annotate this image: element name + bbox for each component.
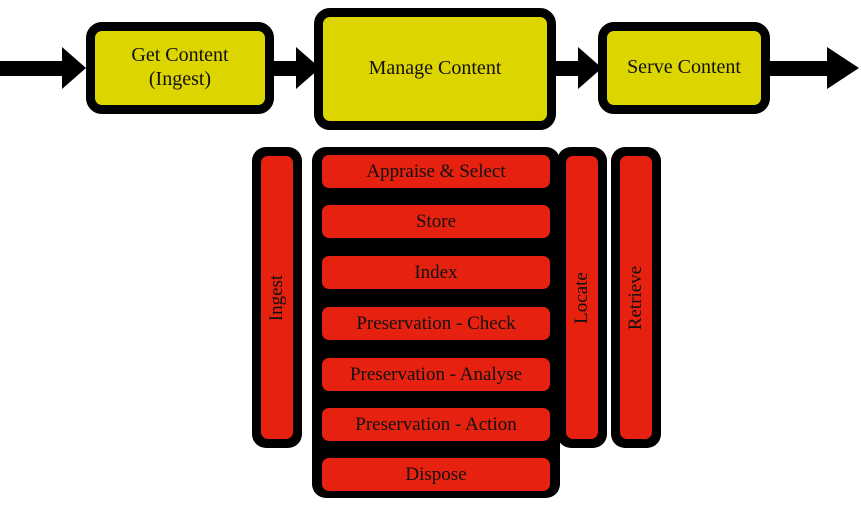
arrow-out <box>764 40 861 96</box>
detail-bar-retrieve[interactable]: Retrieve <box>620 156 652 439</box>
detail-bar-ingest[interactable]: Ingest <box>261 156 293 439</box>
detail-bar-index-label: Index <box>414 261 458 283</box>
detail-bar-preservation-check[interactable]: Preservation - Check <box>322 307 550 340</box>
arrow-manage-to-serve-shaft <box>552 61 580 76</box>
detail-bar-preservation-check-label: Preservation - Check <box>356 312 516 334</box>
arrow-get-to-manage <box>272 47 320 89</box>
arrow-manage-to-serve <box>552 47 602 89</box>
flow-box-get-content[interactable]: Get Content (Ingest) <box>86 22 274 114</box>
detail-bar-store-label: Store <box>415 210 457 232</box>
arrow-in-shaft <box>0 61 63 76</box>
detail-bar-appraise-select[interactable]: Appraise & Select <box>322 155 550 188</box>
flow-box-get-content-label: Get Content (Ingest) <box>131 44 229 90</box>
detail-bar-preservation-analyse-label: Preservation - Analyse <box>349 363 522 385</box>
arrow-get-to-manage-shaft <box>272 61 298 76</box>
detail-bar-dispose-label: Dispose <box>405 463 467 485</box>
arrow-out-head <box>827 47 859 89</box>
detail-bar-retrieve-label: Retrieve <box>625 265 647 330</box>
diagram-canvas: Get Content (Ingest) Manage Content Serv… <box>0 0 861 507</box>
detail-bar-appraise-select-label: Appraise & Select <box>366 160 506 182</box>
detail-bar-store[interactable]: Store <box>322 205 550 238</box>
detail-bar-ingest-label: Ingest <box>266 274 287 321</box>
detail-bar-locate[interactable]: Locate <box>566 156 598 439</box>
flow-box-serve-content[interactable]: Serve Content <box>598 22 770 114</box>
flow-box-manage-content[interactable]: Manage Content <box>314 8 556 130</box>
detail-bar-dispose[interactable]: Dispose <box>322 458 550 491</box>
detail-bar-preservation-analyse[interactable]: Preservation - Analyse <box>322 358 550 391</box>
detail-bar-index[interactable]: Index <box>322 256 550 289</box>
arrow-in-head <box>62 47 86 89</box>
detail-bar-locate-label: Locate <box>571 271 592 324</box>
detail-bar-preservation-action[interactable]: Preservation - Action <box>322 408 550 441</box>
arrow-in <box>0 47 86 89</box>
flow-box-serve-content-label: Serve Content <box>627 56 741 79</box>
arrow-out-shaft <box>764 61 830 76</box>
flow-box-manage-content-label: Manage Content <box>368 57 502 80</box>
detail-bar-preservation-action-label: Preservation - Action <box>355 413 517 435</box>
